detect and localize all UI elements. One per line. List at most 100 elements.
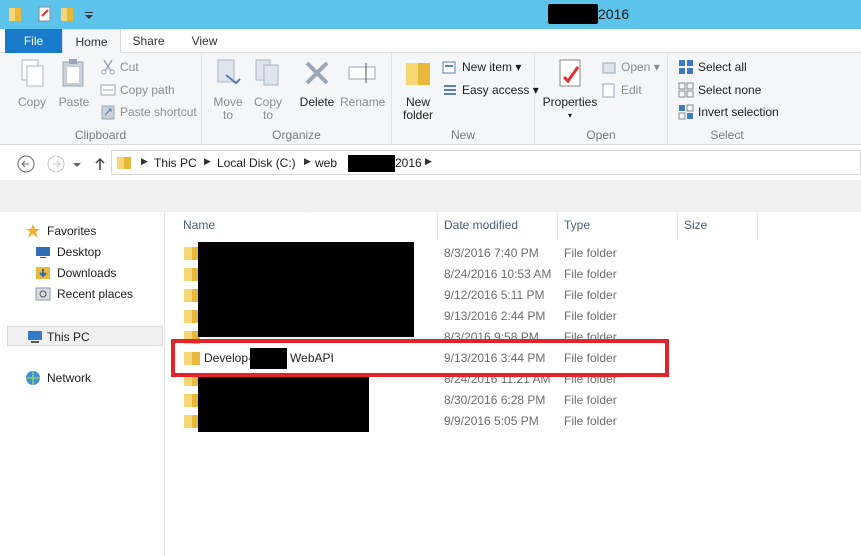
tab-home[interactable]: Home: [62, 29, 121, 54]
redacted-names-bottom: [198, 373, 369, 432]
breadcrumb-current[interactable]: 2016: [395, 156, 422, 170]
copy-label: Copy: [17, 95, 46, 109]
computer-icon: [28, 331, 42, 343]
organize-group: Move to Copy to Delete Rename Organize: [202, 53, 392, 145]
new-folder-icon[interactable]: [60, 6, 74, 22]
folder-icon[interactable]: [8, 6, 22, 22]
ribbon: Copy Paste Cut Copy path Paste shortcut: [0, 53, 861, 145]
address-bar[interactable]: ▶ This PC ▶ Local Disk (C:) ▶ web 2016 ▶: [111, 150, 861, 175]
easy-access-label: Easy access: [462, 83, 530, 97]
new-folder-label-2: folder: [402, 108, 434, 122]
new-folder-button[interactable]: New folder: [398, 57, 438, 122]
breadcrumb-web[interactable]: web: [315, 156, 337, 170]
breadcrumb-this-pc[interactable]: This PC: [154, 156, 197, 170]
redacted-names-top: [198, 242, 414, 337]
column-header-name[interactable]: Name: [177, 213, 438, 238]
copy-path-label: Copy path: [120, 83, 175, 97]
nav-favorites-label: Favorites: [47, 224, 97, 238]
new-group-label: New: [450, 128, 475, 142]
breadcrumb-separator-icon[interactable]: ▶: [304, 156, 311, 167]
file-date: 8/3/2016 7:40 PM: [444, 246, 539, 260]
copy-to-icon: [255, 59, 279, 86]
rename-button[interactable]: Rename: [340, 57, 386, 109]
file-date: 9/13/2016 2:44 PM: [444, 309, 546, 323]
forward-icon[interactable]: [46, 154, 66, 174]
nav-favorites[interactable]: Favorites: [25, 221, 96, 241]
nav-desktop-label: Desktop: [57, 245, 102, 259]
move-to-label-2: to: [222, 108, 233, 122]
select-none-button[interactable]: Select none: [678, 80, 761, 100]
column-header-type[interactable]: Type: [558, 213, 678, 238]
paste-shortcut-icon: [101, 105, 115, 120]
up-arrow-icon[interactable]: [92, 154, 108, 174]
nav-network[interactable]: Network: [25, 368, 91, 388]
recent-locations-icon[interactable]: [70, 154, 84, 174]
breadcrumb-separator-icon[interactable]: ▶: [141, 156, 148, 167]
back-icon[interactable]: [16, 154, 36, 174]
tab-view[interactable]: View: [176, 29, 233, 53]
nav-downloads-label: Downloads: [57, 266, 117, 280]
clipboard-group: Copy Paste Cut Copy path Paste shortcut: [0, 53, 202, 145]
copy-path-button[interactable]: Copy path: [100, 80, 175, 100]
copy-path-icon: [100, 84, 116, 96]
customize-dropdown-icon[interactable]: [82, 6, 96, 22]
column-header-date[interactable]: Date modified: [438, 213, 558, 238]
tab-share[interactable]: Share: [121, 29, 176, 53]
invert-selection-icon: [678, 104, 694, 120]
redacted-title: [548, 4, 598, 24]
new-item-button[interactable]: New item ▾: [442, 57, 521, 77]
paste-shortcut-button[interactable]: Paste shortcut: [100, 102, 197, 122]
properties-icon[interactable]: [38, 6, 52, 22]
nav-downloads[interactable]: Downloads: [35, 263, 116, 283]
breadcrumb-local-disk[interactable]: Local Disk (C:): [217, 156, 296, 170]
select-all-button[interactable]: Select all: [678, 57, 747, 77]
nav-recent-places[interactable]: Recent places: [35, 284, 133, 304]
cut-button[interactable]: Cut: [100, 57, 139, 77]
open-button[interactable]: Open ▾: [601, 57, 660, 77]
properties-button[interactable]: Properties ▾: [541, 57, 599, 122]
edit-button[interactable]: Edit: [601, 80, 642, 100]
nav-recent-places-label: Recent places: [57, 287, 134, 301]
nav-this-pc-label: This PC: [47, 330, 90, 344]
file-date: 9/9/2016 5:05 PM: [444, 414, 539, 428]
file-date: 9/12/2016 5:11 PM: [444, 288, 545, 302]
nav-this-pc[interactable]: This PC: [7, 326, 163, 346]
folder-icon: [117, 157, 131, 169]
downloads-icon: [36, 267, 50, 279]
redacted-breadcrumb: [348, 155, 395, 172]
title-bar: 2016: [0, 0, 861, 29]
recent-places-icon: [35, 287, 51, 301]
move-to-button[interactable]: Move to: [210, 57, 246, 122]
rename-icon: [348, 63, 376, 83]
breadcrumb-separator-icon[interactable]: ▶: [204, 156, 211, 167]
clipboard-group-label: Clipboard: [74, 128, 127, 142]
delete-icon: [305, 61, 329, 85]
tab-file[interactable]: File: [5, 29, 62, 53]
new-item-icon: [442, 61, 456, 74]
select-none-icon: [678, 82, 694, 98]
delete-label: Delete: [299, 95, 335, 109]
edit-label: Edit: [621, 83, 642, 97]
file-date: 8/24/2016 10:53 AM: [444, 267, 552, 281]
copy-to-button[interactable]: Copy to: [250, 57, 286, 122]
rename-label: Rename: [340, 95, 386, 109]
toolbar-strip: [0, 180, 861, 212]
edit-icon: [602, 83, 615, 98]
organize-group-label: Organize: [272, 128, 321, 142]
breadcrumb-separator-icon[interactable]: ▶: [425, 156, 432, 167]
column-header-size[interactable]: Size: [678, 213, 758, 238]
network-icon: [26, 371, 40, 385]
file-type: File folder: [564, 267, 617, 281]
delete-button[interactable]: Delete: [298, 57, 336, 109]
open-label: Open: [621, 60, 651, 74]
invert-selection-button[interactable]: Invert selection: [678, 102, 779, 122]
open-group-label: Open: [586, 128, 616, 142]
copy-to-label-2: to: [262, 108, 273, 122]
file-type: File folder: [564, 288, 617, 302]
select-none-label: Select none: [698, 83, 762, 97]
select-all-label: Select all: [698, 60, 747, 74]
copy-button[interactable]: Copy: [14, 57, 50, 109]
nav-desktop[interactable]: Desktop: [35, 242, 101, 262]
paste-button[interactable]: Paste: [56, 57, 92, 109]
easy-access-button[interactable]: Easy access ▾: [442, 80, 539, 100]
